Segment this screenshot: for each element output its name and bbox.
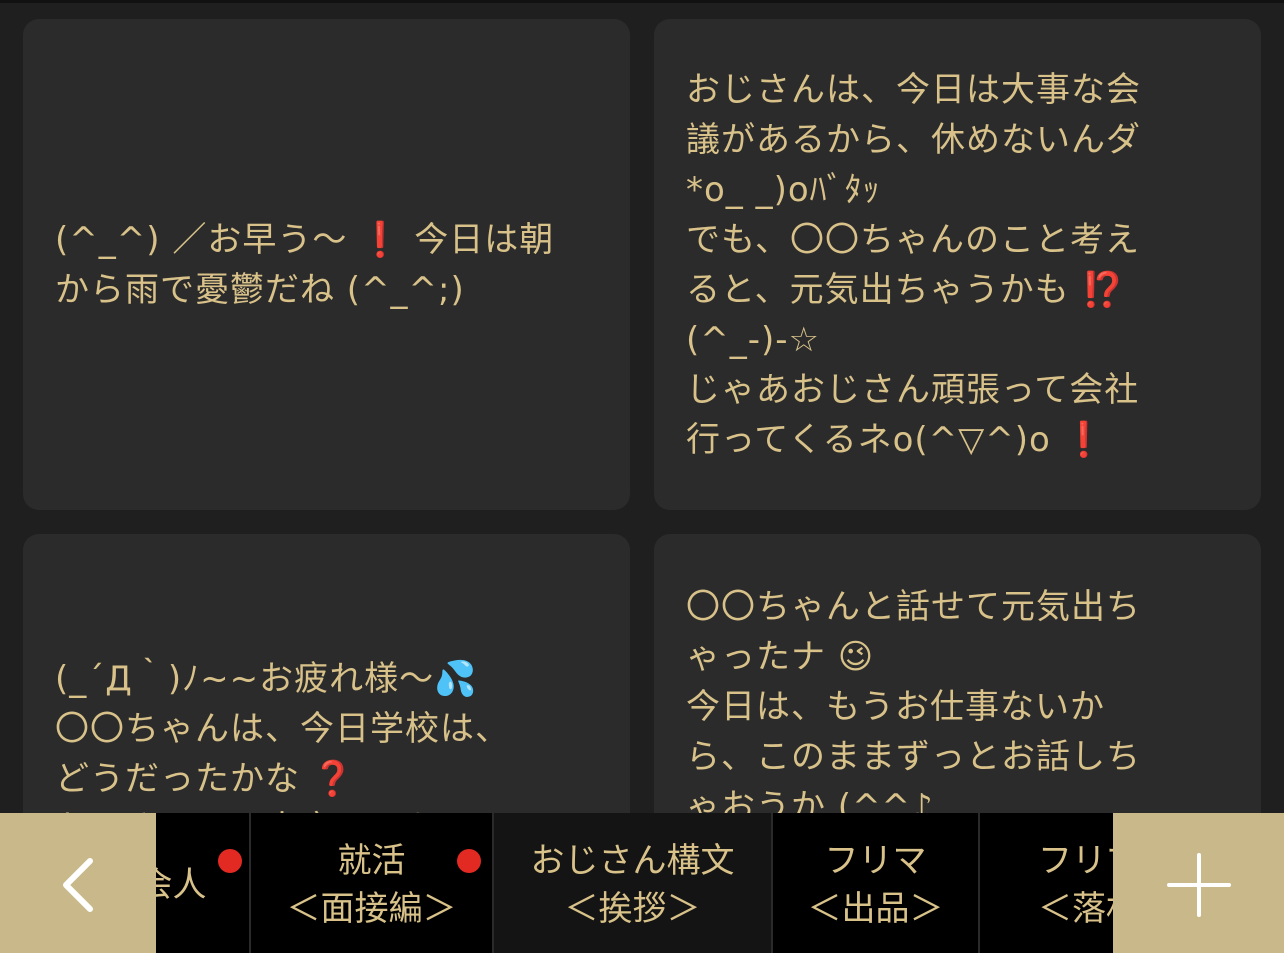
card-line: 議があるから、休めないんダ	[686, 119, 1141, 160]
plus-icon	[1166, 852, 1231, 917]
card-line: ゃおうか (^^♪	[686, 787, 934, 813]
card-line: (^_^) ／お早う～ ❗ 今日は朝	[55, 219, 555, 260]
card-line: 行ってくるネo(^▽^)o ❗	[686, 419, 1106, 460]
card-line: でも、〇〇ちゃんのこと考え	[686, 219, 1140, 260]
message-card-tired[interactable]: (_´Д｀)ﾉ~~お疲れ様～💦 〇〇ちゃんは、今日学校は、 どうだったかな ❓ …	[23, 534, 630, 813]
card-line: おじさんは、大変だったよ…	[55, 804, 598, 813]
tab-label: フリマ	[824, 840, 927, 881]
tab-shakaijin[interactable]: 会人	[156, 813, 251, 953]
tab-ojisan-greeting[interactable]: おじさん構文 ＜挨拶＞	[494, 813, 773, 953]
tab-furima-listing[interactable]: フリマ ＜出品＞	[773, 813, 980, 953]
card-line: ると、元気出ちゃうかも ⁉️	[686, 269, 1125, 310]
card-line: *o_ _)oﾊﾞﾀｯ	[686, 169, 881, 210]
category-tab-bar: 会人 就活 ＜面接編＞ おじさん構文 ＜挨拶＞ フリマ ＜出品＞ フリマ ＜落札	[0, 813, 1284, 953]
tab-sublabel: ＜出品＞	[807, 888, 944, 929]
tab-sublabel: ＜挨拶＞	[564, 888, 701, 929]
add-button[interactable]	[1113, 813, 1284, 953]
tab-label: 就活	[337, 840, 406, 881]
tab-shukatsu-interview[interactable]: 就活 ＜面接編＞	[251, 813, 494, 953]
tab-label: おじさん構文	[530, 840, 735, 881]
back-button[interactable]	[0, 813, 156, 953]
tab-furima-bid[interactable]: フリマ ＜落札	[980, 813, 1113, 953]
message-grid: (^_^) ／お早う～ ❗ 今日は朝 から雨で憂鬱だね (^_^;) おじさんは…	[0, 3, 1284, 813]
card-line: じゃあおじさん頑張って会社	[686, 369, 1140, 410]
tab-sublabel: ＜落札	[1038, 888, 1113, 929]
app-screen: (^_^) ／お早う～ ❗ 今日は朝 から雨で憂鬱だね (^_^;) おじさんは…	[0, 0, 1284, 953]
notification-dot	[457, 849, 481, 873]
card-line: おじさんは、今日は大事な会	[686, 69, 1141, 110]
card-line: (^_-)-☆	[686, 319, 821, 360]
message-card-chat[interactable]: 〇〇ちゃんと話せて元気出ち ゃったナ 😉 今日は、もうお仕事ないか ら、このまま…	[654, 534, 1261, 813]
message-card-work[interactable]: おじさんは、今日は大事な会 議があるから、休めないんダ *o_ _)oﾊﾞﾀｯ …	[654, 19, 1261, 510]
tab-sublabel: ＜面接編＞	[286, 888, 457, 929]
notification-dot	[218, 849, 242, 873]
message-card-greeting[interactable]: (^_^) ／お早う～ ❗ 今日は朝 から雨で憂鬱だね (^_^;)	[23, 19, 630, 510]
card-line: どうだったかな ❓	[55, 759, 356, 799]
card-line: ゃったナ 😉	[686, 637, 875, 677]
card-line: 〇〇ちゃんと話せて元気出ち	[686, 587, 1141, 627]
chevron-left-icon	[63, 857, 93, 912]
card-line: 〇〇ちゃんは、今日学校は、	[55, 709, 510, 749]
tab-label: フリマ	[1038, 840, 1113, 881]
category-tabs: 会人 就活 ＜面接編＞ おじさん構文 ＜挨拶＞ フリマ ＜出品＞ フリマ ＜落札	[156, 813, 1113, 953]
card-line: 今日は、もうお仕事ないか	[686, 687, 1105, 727]
card-line: ら、このままずっとお話しち	[686, 737, 1141, 777]
card-line: (_´Д｀)ﾉ~~お疲れ様～💦	[55, 659, 478, 699]
card-line: から雨で憂鬱だね (^_^;)	[55, 269, 465, 310]
